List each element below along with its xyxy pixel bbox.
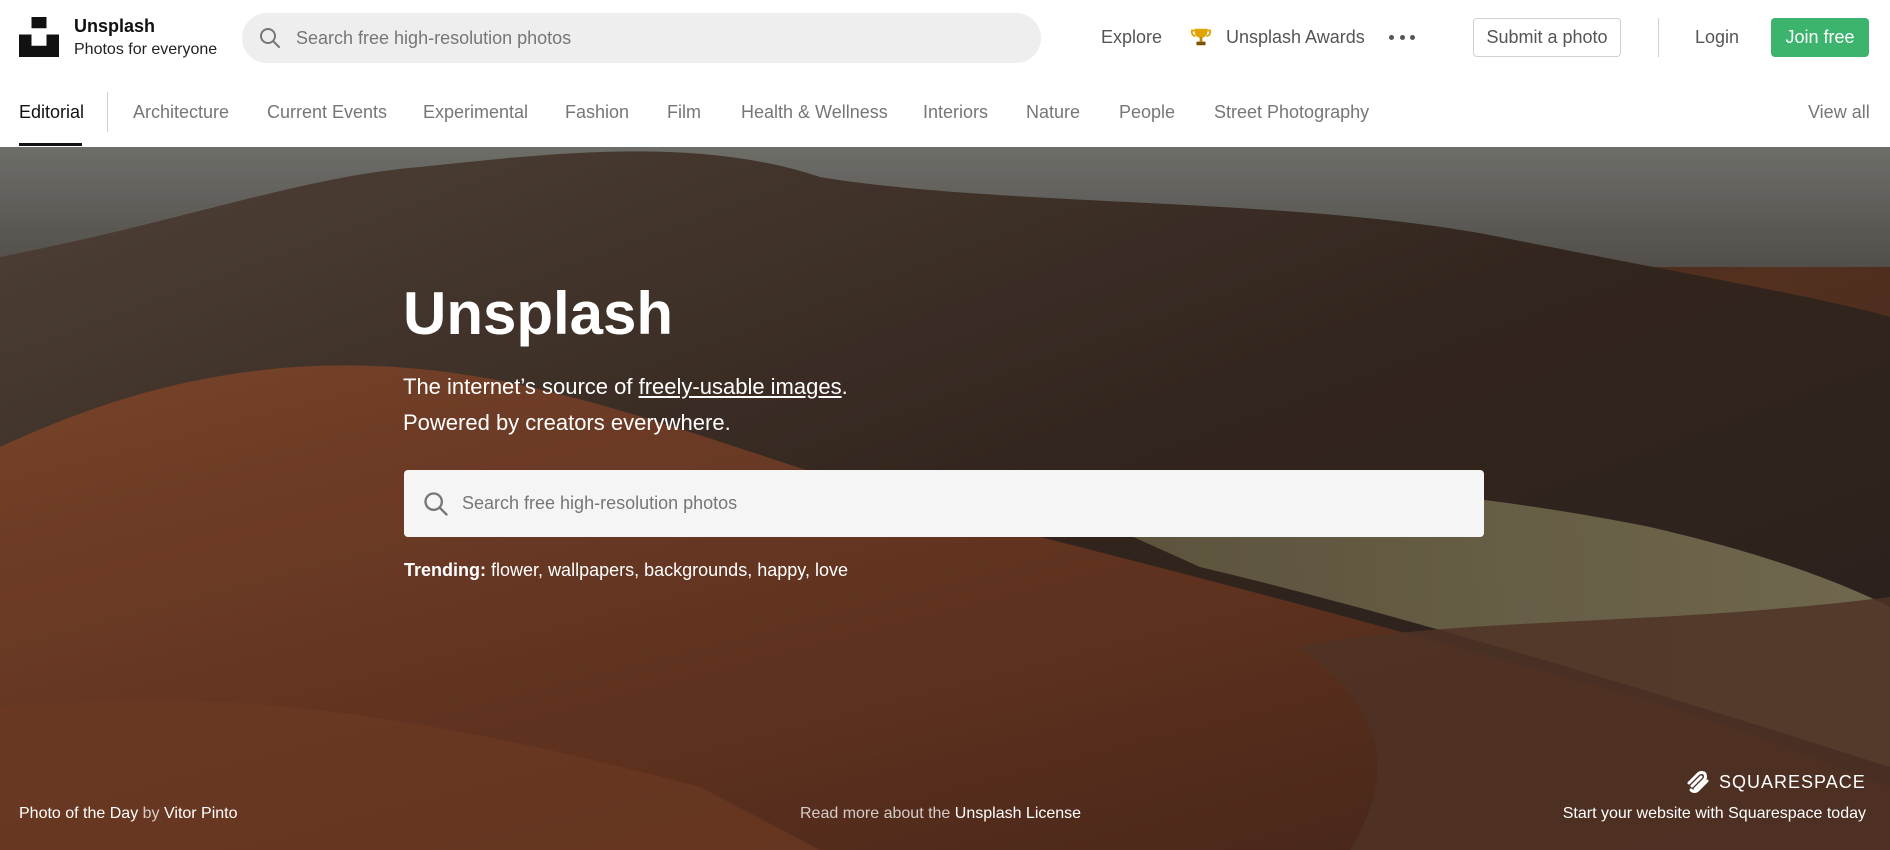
brand-name: Unsplash <box>74 16 156 36</box>
hero-banner: Unsplash The internet’s source of freely… <box>0 147 1890 850</box>
submit-photo-button[interactable]: Submit a photo <box>1473 18 1621 57</box>
unsplash-license-link[interactable]: Unsplash License <box>955 805 1081 822</box>
header-divider <box>1658 18 1659 57</box>
join-free-button[interactable]: Join free <box>1771 18 1869 57</box>
nav-explore-link[interactable]: Explore <box>1101 27 1162 48</box>
tab-editorial[interactable]: Editorial <box>19 102 84 123</box>
header-search-bar[interactable] <box>242 13 1041 63</box>
tab-experimental[interactable]: Experimental <box>423 102 528 123</box>
tab-health-wellness[interactable]: Health & Wellness <box>741 102 888 123</box>
hero-subtitle-line1: The internet’s source of freely-usable i… <box>403 369 848 405</box>
trending-term[interactable]: happy <box>757 560 805 580</box>
hero-title: Unsplash <box>403 280 674 347</box>
nav-awards-link[interactable]: Unsplash Awards <box>1226 27 1365 48</box>
hero-search-input[interactable] <box>462 470 1462 537</box>
category-divider <box>107 92 108 132</box>
tab-current-events[interactable]: Current Events <box>267 102 387 123</box>
category-nav: Editorial Architecture Current Events Ex… <box>0 75 1890 147</box>
login-link[interactable]: Login <box>1695 27 1739 48</box>
squarespace-cta-link[interactable]: Start your website with Squarespace toda… <box>1563 805 1866 823</box>
trophy-icon[interactable] <box>1190 26 1212 48</box>
license-notice: Read more about the Unsplash License <box>800 805 1081 823</box>
active-tab-indicator <box>19 143 82 146</box>
trending-searches: Trending: flower, wallpapers, background… <box>404 560 848 580</box>
tab-street-photography[interactable]: Street Photography <box>1214 102 1369 123</box>
trending-term[interactable]: wallpapers <box>548 560 634 580</box>
tab-architecture[interactable]: Architecture <box>133 102 229 123</box>
tab-nature[interactable]: Nature <box>1026 102 1080 123</box>
trending-term[interactable]: backgrounds <box>644 560 747 580</box>
trending-label: Trending: <box>404 560 486 580</box>
freely-usable-images-link[interactable]: freely-usable images <box>639 374 842 399</box>
tab-film[interactable]: Film <box>667 102 701 123</box>
brand[interactable]: Unsplash Photos for everyone <box>74 15 217 60</box>
photo-of-day-label[interactable]: Photo of the Day <box>19 805 138 822</box>
tab-people[interactable]: People <box>1119 102 1175 123</box>
search-icon[interactable] <box>258 26 282 50</box>
hero-subtitle-line2: Powered by creators everywhere. <box>403 410 731 435</box>
more-dots-icon[interactable] <box>1389 27 1415 47</box>
tab-fashion[interactable]: Fashion <box>565 102 629 123</box>
dot <box>1410 34 1415 40</box>
brand-tagline: Photos for everyone <box>74 40 218 58</box>
top-header: Unsplash Photos for everyone Explore Uns… <box>0 0 1890 75</box>
hero-search-bar[interactable] <box>404 470 1484 537</box>
hero-subtitle-suffix: . <box>841 374 848 399</box>
by-text: by <box>142 805 160 822</box>
trending-term[interactable]: love <box>815 560 848 580</box>
squarespace-logo-icon <box>1687 771 1709 793</box>
photo-of-day-credit: Photo of the Day by Vitor Pinto <box>19 805 238 823</box>
squarespace-logo-text: SQUARESPACE <box>1719 771 1866 792</box>
squarespace-sponsor-logo[interactable]: SQUARESPACE <box>1683 767 1866 797</box>
search-icon[interactable] <box>422 490 450 518</box>
view-all-link[interactable]: View all <box>1808 102 1870 123</box>
trending-term[interactable]: flower <box>491 560 538 580</box>
header-search-input[interactable] <box>296 13 1016 63</box>
license-prefix: Read more about the <box>800 805 951 822</box>
dot <box>1389 34 1394 40</box>
tab-interiors[interactable]: Interiors <box>923 102 988 123</box>
hero-subtitle: The internet’s source of freely-usable i… <box>403 369 848 441</box>
photographer-link[interactable]: Vitor Pinto <box>164 805 238 822</box>
hero-subtitle-prefix: The internet’s source of <box>403 374 639 399</box>
dot <box>1399 34 1405 40</box>
unsplash-logo-icon[interactable] <box>19 17 59 57</box>
